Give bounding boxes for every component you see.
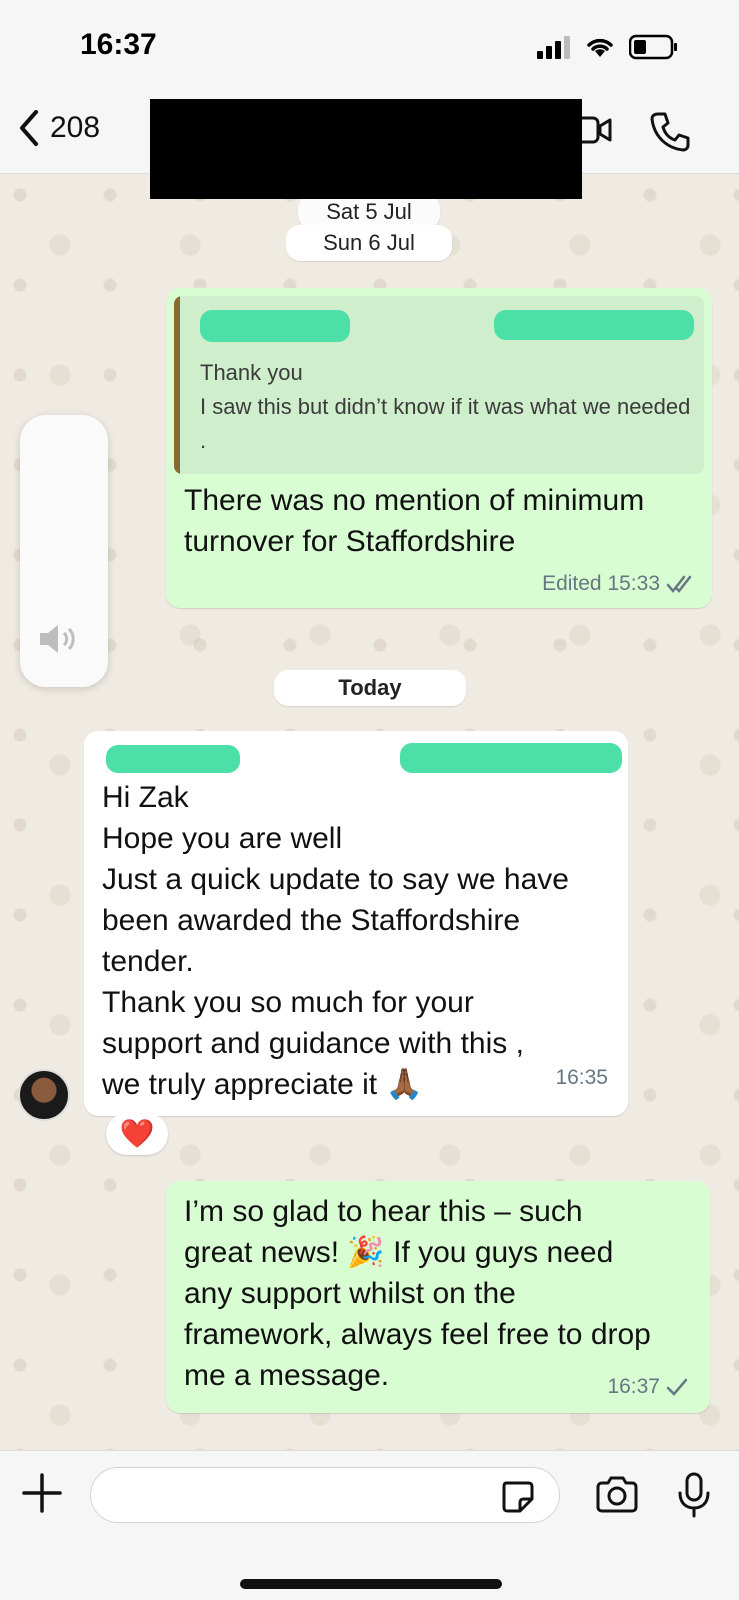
home-indicator[interactable] [240, 1579, 502, 1589]
sender-avatar[interactable] [18, 1069, 70, 1121]
outgoing-message-bubble[interactable]: I’m so glad to hear this – such great ne… [166, 1181, 710, 1413]
single-check-icon [666, 1378, 688, 1396]
message-meta: 16:37 [607, 1375, 688, 1399]
quoted-text: Thank you I saw this but didn’t know if … [200, 360, 691, 453]
message-text: Hi Zak Hope you are well Just a quick up… [102, 781, 569, 1101]
redacted-sender-number [400, 743, 622, 773]
status-icons [535, 34, 679, 60]
wifi-icon [587, 38, 613, 57]
date-pill-sat: Sat 5 Jul [298, 195, 440, 229]
unread-count: 208 [50, 111, 101, 144]
message-input[interactable] [90, 1467, 560, 1523]
incoming-message-bubble[interactable]: Hi Zak Hope you are well Just a quick up… [84, 731, 628, 1116]
voice-call-button[interactable] [648, 110, 692, 159]
sticker-icon [502, 1481, 534, 1513]
chat-thread[interactable]: Sat 5 Jul Sun 6 Jul Thank you I saw this… [0, 175, 739, 1450]
plus-icon [22, 1473, 62, 1513]
sticker-button[interactable] [500, 1479, 536, 1520]
phone-icon [650, 112, 690, 152]
chat-header: 208 [0, 92, 739, 199]
signal-icon [537, 36, 570, 59]
compose-bar [0, 1450, 739, 1600]
message-text: I’m so glad to hear this – such great ne… [184, 1195, 651, 1392]
double-check-icon [666, 575, 692, 593]
microphone-button[interactable] [676, 1471, 712, 1524]
outgoing-message-bubble[interactable]: Thank you I saw this but didn’t know if … [166, 288, 712, 608]
message-edited-time: Edited 15:33 [542, 572, 660, 595]
message-meta: 16:35 [555, 1066, 608, 1090]
battery-icon [629, 34, 677, 60]
status-bar: 16:37 [0, 0, 739, 92]
heart-reaction[interactable]: ❤️ [106, 1113, 168, 1155]
date-pill-today: Today [274, 670, 466, 706]
redacted-quote-info [494, 310, 694, 340]
redacted-sender-name [106, 745, 240, 773]
message-time: 16:37 [607, 1375, 660, 1398]
volume-hud [20, 415, 108, 687]
back-button[interactable]: 208 [16, 108, 100, 148]
redacted-contact-name [150, 99, 582, 199]
message-meta: Edited 15:33 [542, 572, 696, 596]
status-time: 16:37 [80, 28, 157, 61]
volume-icon [40, 625, 75, 653]
camera-button[interactable] [594, 1475, 640, 1520]
date-pill-sun: Sun 6 Jul [286, 225, 452, 261]
message-text: There was no mention of minimum turnover… [184, 484, 645, 558]
microphone-icon [678, 1472, 710, 1518]
quoted-reply[interactable]: Thank you I saw this but didn’t know if … [174, 296, 704, 474]
message-time: 16:35 [555, 1066, 608, 1089]
quote-bar [174, 296, 180, 474]
redacted-quote-author [200, 310, 350, 342]
attach-button[interactable] [20, 1471, 64, 1520]
camera-icon [596, 1476, 638, 1513]
back-chevron-icon [20, 110, 38, 146]
